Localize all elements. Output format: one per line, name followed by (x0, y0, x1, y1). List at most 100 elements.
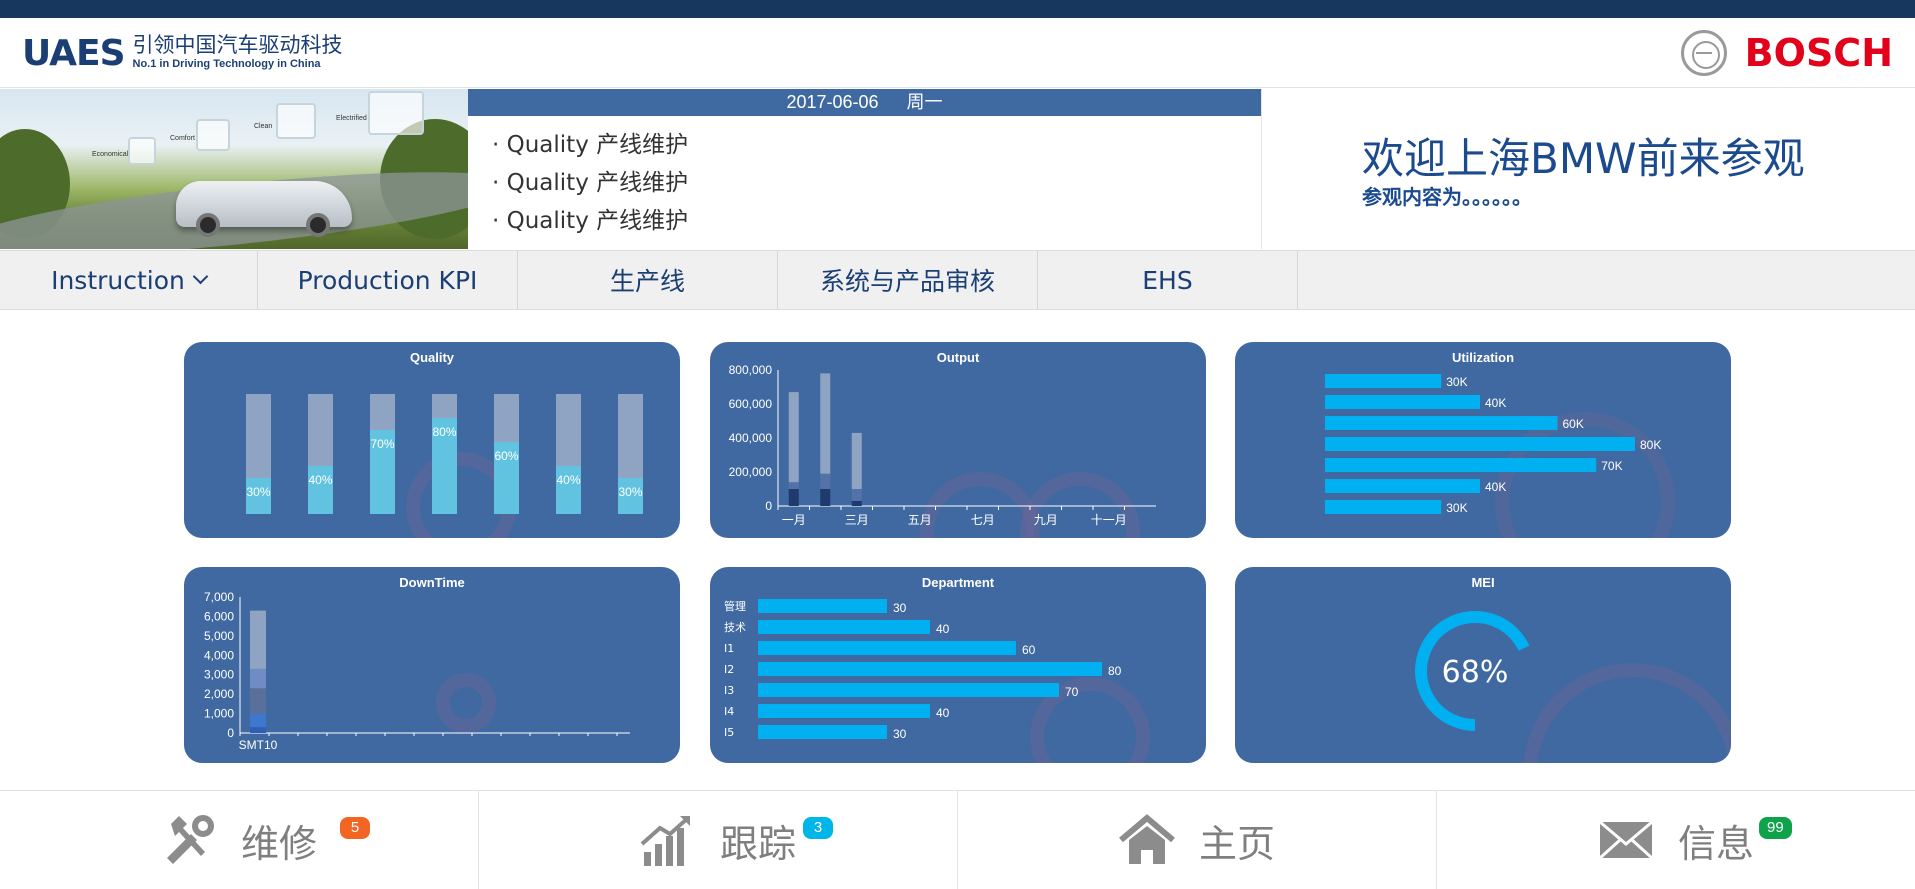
downtime-y-tick-label: 3,000 (204, 668, 234, 682)
department-category-label: I1 (724, 642, 734, 655)
utilization-bar (1325, 395, 1480, 409)
downtime-bar (250, 713, 266, 728)
utilization-data-label: 70K (1601, 459, 1622, 473)
department-data-label: 60 (1022, 643, 1036, 657)
notice-item[interactable]: · Quality 产线维护 (492, 164, 1261, 202)
chart-title: Utilization (1451, 350, 1515, 365)
uaes-logo: UAES 引领中国汽车驱动科技 No.1 in Driving Technolo… (22, 34, 343, 74)
output-bar (820, 489, 831, 506)
output-x-tick-label: 一月 (782, 513, 806, 527)
notice-item[interactable]: · Quality 产线维护 (492, 202, 1261, 240)
footer-messages[interactable]: 信息 99 (1437, 791, 1915, 889)
chevron-down-icon (192, 268, 209, 285)
utilization-chart: 30K 40K 60K 80K 70K 40K 30K (1325, 374, 1661, 515)
quality-chart-card[interactable]: 30% 40% 70% 80% 60% 40% 30% Quality (184, 342, 680, 538)
banner: Economical Comfort Clean Electrified 201… (0, 89, 1915, 249)
chart-title: Output (936, 350, 980, 365)
output-x-tick-label: 七月 (971, 513, 995, 527)
quality-chart: 30% 40% 70% 80% 60% 40% 30% (246, 394, 643, 514)
welcome-subtitle: 参观内容为。。。。。。 (1362, 185, 1532, 209)
department-category-label: I4 (724, 705, 734, 718)
output-bar (851, 489, 862, 501)
footer-tracking[interactable]: 跟踪 3 (479, 791, 958, 889)
notice-item[interactable]: · Quality 产线维护 (492, 126, 1261, 164)
output-chart: 0 200,000 400,000 600,000 800,000 一月 三月 五月 七月 九月 十… (729, 363, 1156, 527)
bosch-armature-icon (1680, 30, 1727, 76)
utilization-chart-card[interactable]: 30K 40K 60K 80K 70K 40K 30K Utilization (1235, 342, 1731, 538)
utilization-bar (1325, 500, 1442, 514)
top-accent-bar (0, 0, 1915, 18)
date-bar: 2017-06-06 周一 (468, 89, 1261, 116)
nav-production-kpi[interactable]: Production KPI (258, 251, 518, 309)
output-x-tick-label: 三月 (845, 513, 869, 527)
footer-label: 主页 (1198, 821, 1275, 866)
nav-label: Instruction (51, 265, 185, 295)
nav-label: 生产线 (609, 267, 685, 296)
downtime-y-tick-label: 7,000 (204, 590, 234, 604)
nav-label: 系统与产品审核 (819, 267, 995, 296)
banner-label: Clean (254, 123, 273, 130)
uaes-slogan-cn: 引领中国汽车驱动科技 (132, 34, 343, 57)
downtime-y-tick-label: 6,000 (204, 609, 234, 623)
welcome-panel: 欢迎上海BMW前来参观 参观内容为。。。。。。 (1261, 89, 1915, 249)
downtime-y-tick-label: 2,000 (204, 687, 234, 701)
nav-label: EHS (1142, 265, 1193, 295)
chart-title: Department (921, 575, 995, 590)
department-data-label: 70 (1065, 685, 1079, 699)
banner-label: Electrified (336, 115, 367, 122)
department-bar (758, 641, 1016, 655)
banner-label: Comfort (170, 135, 195, 142)
output-y-tick-label: 600,000 (729, 397, 773, 411)
footer-home[interactable]: 主页 (958, 791, 1437, 889)
footer-maintenance[interactable]: 维修 5 (0, 791, 479, 889)
uaes-slogan-en: No.1 in Driving Technology in China (132, 58, 321, 70)
output-y-tick-label: 800,000 (729, 363, 773, 377)
mei-chart-card[interactable]: 68% MEI (1235, 567, 1731, 763)
notice-panel: 2017-06-06 周一 · Quality 产线维护 · Quality 产线… (468, 89, 1261, 249)
output-bar (820, 473, 831, 489)
quality-data-label: 80% (432, 425, 456, 439)
home-icon (1119, 814, 1175, 864)
quality-data-label: 30% (618, 485, 642, 499)
nav-production-line[interactable]: 生产线 (518, 251, 778, 309)
welcome-title: 欢迎上海BMW前来参观 (1362, 134, 1805, 183)
output-bar (788, 489, 799, 506)
department-chart-card[interactable]: 管理 30 技术 40 I1 60 I2 80 I3 70 I4 40 I5 30 Department (710, 567, 1206, 763)
date-text: 2017-06-06 (786, 92, 879, 112)
utilization-bar (1325, 374, 1442, 388)
downtime-chart-card[interactable]: 0 1,000 2,000 3,000 4,000 5,000 6,000 7,000 SMT1… (184, 567, 680, 763)
bar-chart-icon (640, 816, 690, 866)
output-y-tick-label: 200,000 (729, 465, 773, 479)
output-bar (788, 392, 799, 483)
chart-title: MEI (1471, 575, 1495, 590)
quality-data-label: 40% (308, 473, 332, 487)
nav-ehs[interactable]: EHS (1038, 251, 1298, 309)
output-chart-card[interactable]: 0 200,000 400,000 600,000 800,000 一月 三月 五月 七月 九月 十… (710, 342, 1206, 538)
main-nav: Instruction Production KPI 生产线 系统与产品审核 E… (0, 250, 1915, 310)
downtime-y-tick-label: 1,000 (204, 707, 234, 721)
department-data-label: 40 (936, 622, 950, 636)
quality-data-label: 70% (370, 437, 394, 451)
nav-system-audit[interactable]: 系统与产品审核 (778, 251, 1038, 309)
header: UAES 引领中国汽车驱动科技 No.1 in Driving Technolo… (0, 18, 1915, 88)
department-data-label: 30 (893, 601, 907, 615)
mei-value-label: 68% (1442, 655, 1509, 690)
utilization-bar (1325, 416, 1558, 430)
footer-label: 维修 (240, 821, 317, 866)
department-bar (758, 620, 930, 634)
quality-data-label: 30% (246, 485, 270, 499)
bosch-logo: BOSCH (1680, 30, 1893, 76)
mei-chart: 68% (1415, 611, 1535, 731)
department-data-label: 40 (936, 706, 950, 720)
nav-instruction[interactable]: Instruction (0, 251, 258, 309)
utilization-data-label: 80K (1640, 438, 1661, 452)
department-category-label: I5 (724, 726, 734, 739)
output-x-tick-label: 十一月 (1091, 513, 1127, 527)
downtime-bar (250, 688, 266, 714)
downtime-chart: 0 1,000 2,000 3,000 4,000 5,000 6,000 7,000 SMT1… (204, 590, 630, 752)
utilization-bar (1325, 479, 1480, 493)
department-category-label: I2 (724, 663, 734, 676)
utilization-bar (1325, 458, 1597, 472)
footer-label: 信息 (1677, 821, 1754, 866)
notification-badge: 3 (803, 817, 833, 839)
